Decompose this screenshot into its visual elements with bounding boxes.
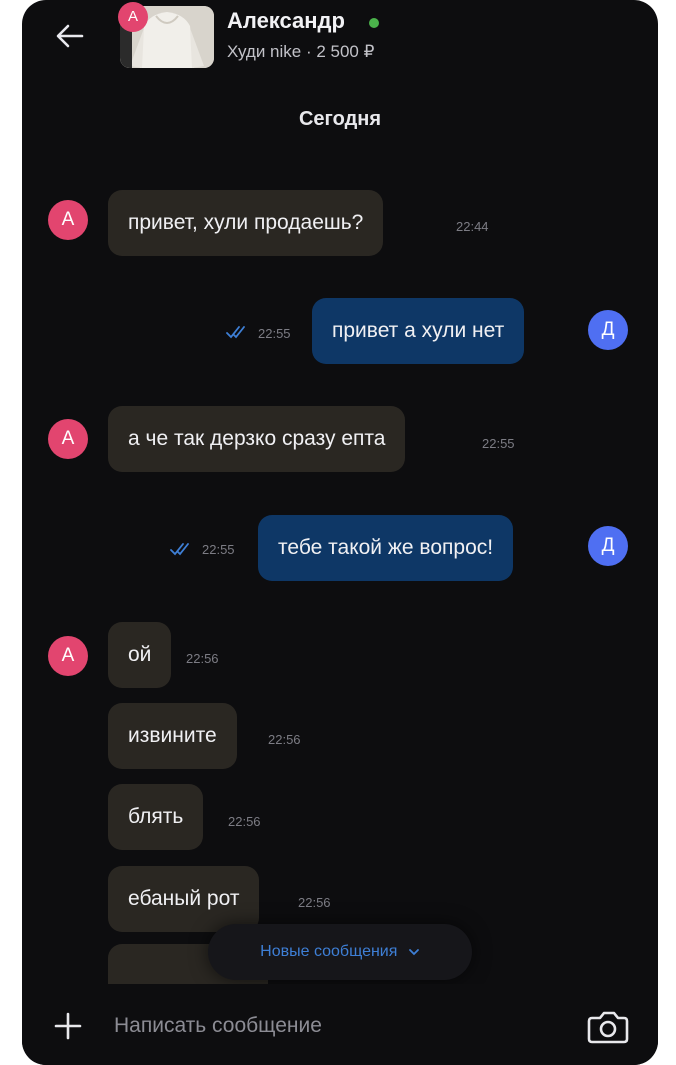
message-time: 22:56	[186, 651, 219, 666]
message-bubble-outgoing[interactable]: тебе такой же вопрос!	[258, 515, 514, 581]
listing-info[interactable]: Худи nike · 2 500 ₽	[227, 42, 374, 62]
message-time: 22:55	[482, 436, 515, 451]
user-avatar[interactable]: Д	[588, 526, 628, 566]
double-check-icon	[170, 543, 189, 556]
chat-screen: А Александр Худи nike · 2 500 ₽ Сегодня …	[22, 0, 658, 1065]
message-bubble-outgoing[interactable]: привет а хули нет	[312, 298, 525, 364]
message-bubble-incoming[interactable]: а че так дерзко сразу епта	[108, 406, 406, 472]
seller-avatar-badge: А	[118, 2, 148, 32]
user-avatar[interactable]: Д	[588, 310, 628, 350]
new-messages-label: Новые сообщения	[260, 943, 398, 960]
back-button[interactable]	[52, 18, 88, 54]
camera-icon[interactable]	[586, 1010, 630, 1044]
plus-icon[interactable]	[52, 1010, 84, 1042]
message-time: 22:56	[228, 814, 261, 829]
contact-name[interactable]: Александр	[227, 8, 345, 34]
message-time: 22:55	[258, 326, 291, 341]
double-check-icon	[226, 326, 245, 339]
sender-avatar[interactable]: А	[48, 200, 88, 240]
sender-avatar[interactable]: А	[48, 636, 88, 676]
new-messages-button[interactable]: Новые сообщения	[208, 924, 472, 980]
message-bubble-incoming[interactable]: извините	[108, 703, 237, 769]
message-bubble-incoming[interactable]: ебаный рот	[108, 866, 260, 932]
message-time: 22:56	[298, 895, 331, 910]
date-separator: Сегодня	[298, 108, 382, 130]
message-bubble-incoming[interactable]: блять	[108, 784, 204, 850]
chat-header: А Александр Худи nike · 2 500 ₽	[22, 0, 658, 80]
message-time: 22:44	[456, 219, 489, 234]
arrow-left-icon	[56, 24, 84, 48]
message-bubble-incoming[interactable]: ой	[108, 622, 172, 688]
chevron-down-icon	[408, 948, 419, 956]
message-composer: Написать сообщение	[22, 984, 658, 1065]
message-time: 22:55	[202, 542, 235, 557]
message-time: 22:56	[268, 732, 301, 747]
message-input[interactable]: Написать сообщение	[114, 1014, 322, 1038]
online-status-dot	[369, 18, 379, 28]
message-bubble-incoming[interactable]: привет, хули продаешь?	[108, 190, 384, 256]
sender-avatar[interactable]: А	[48, 419, 88, 459]
